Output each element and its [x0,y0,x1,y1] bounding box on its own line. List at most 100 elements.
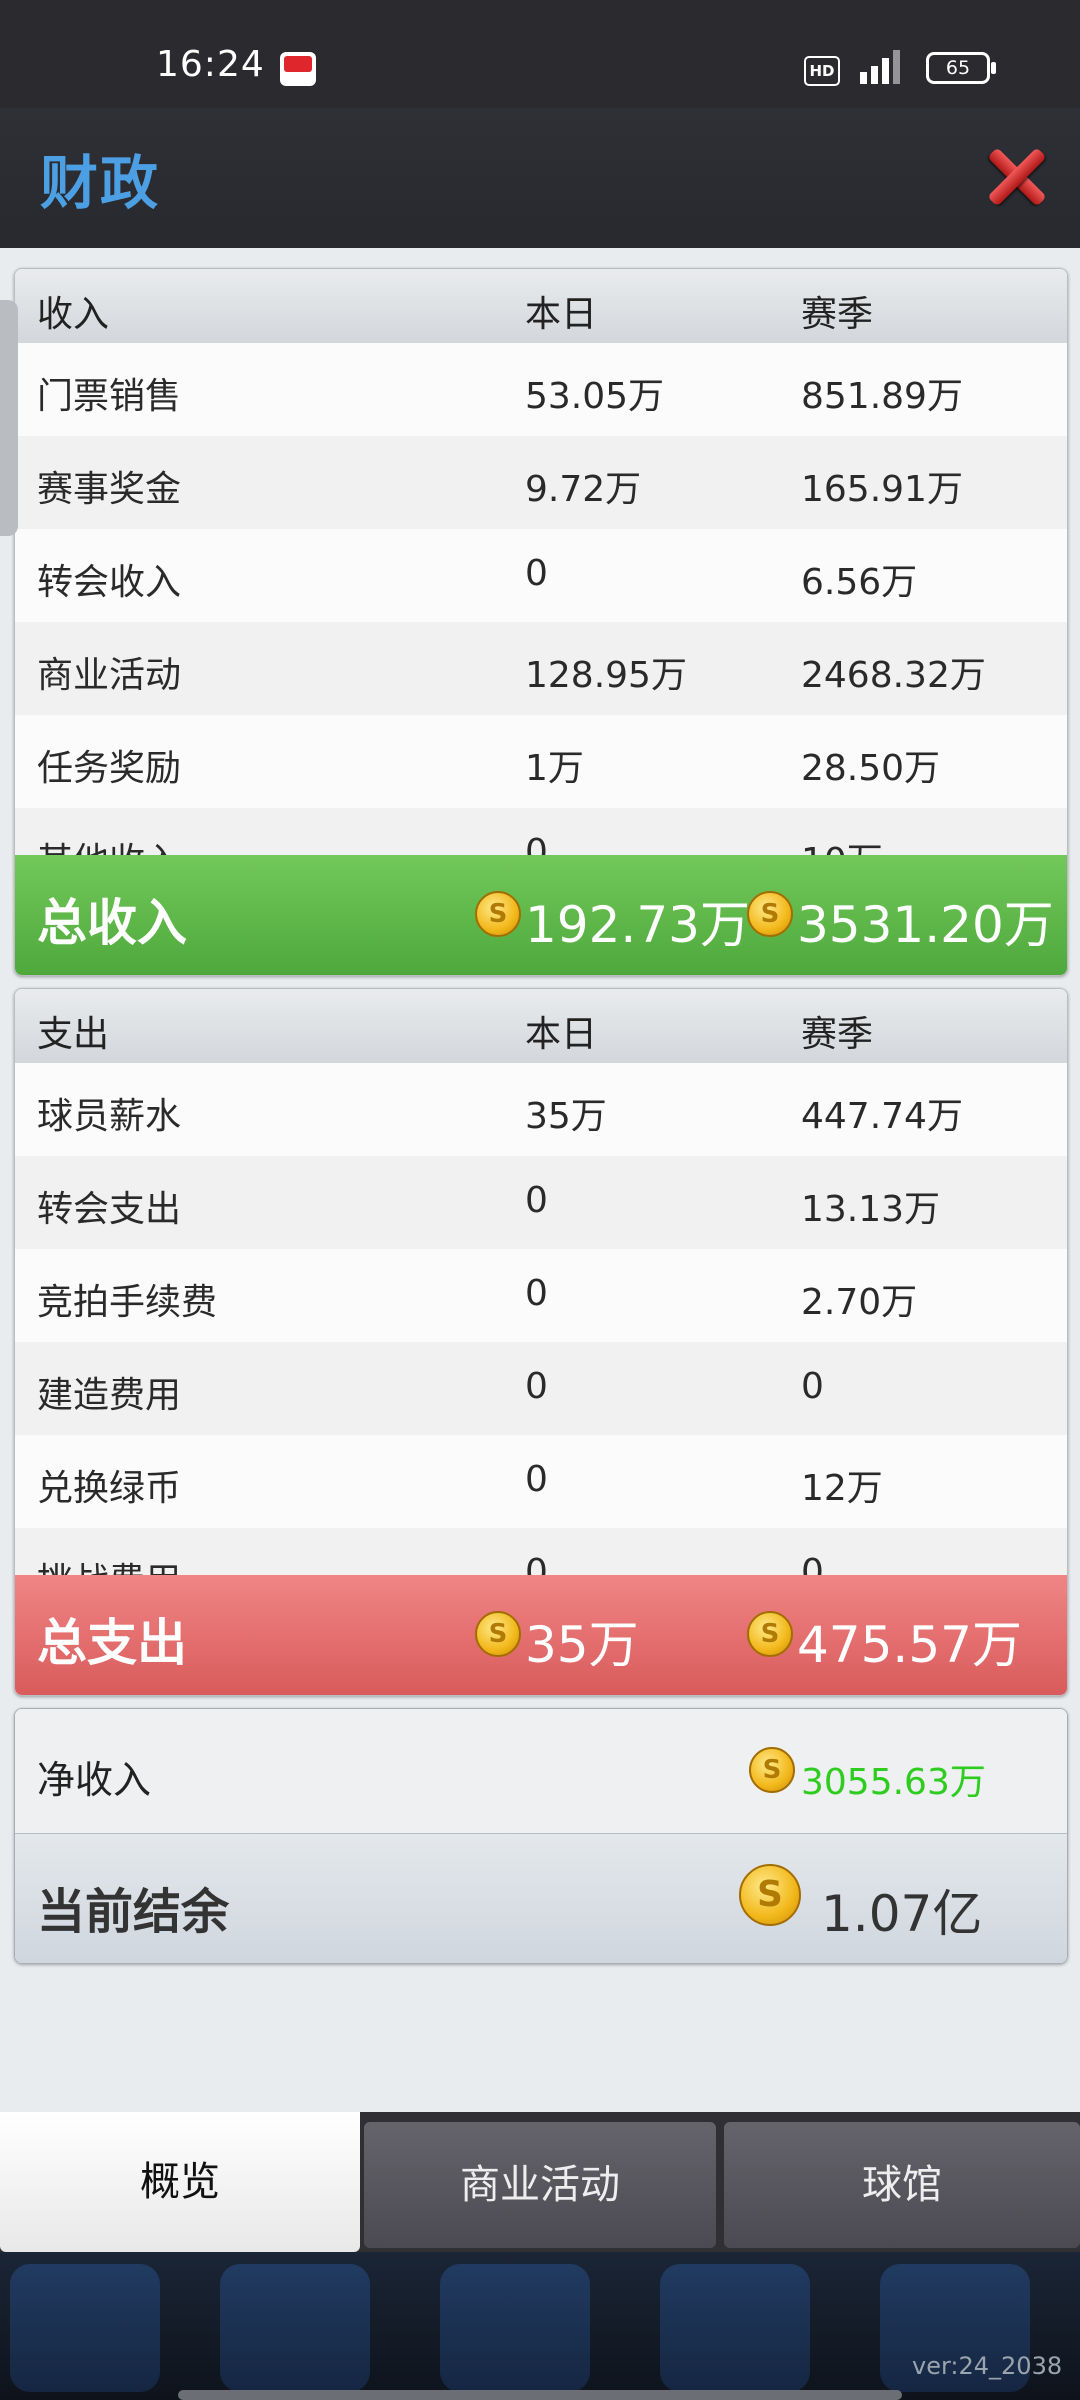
row-season-value: 0 [801,1552,824,1575]
row-season-value: 13.13万 [801,1189,941,1230]
badge-icon [660,2264,810,2392]
balance-label: 当前结余 [37,1884,230,1940]
coin-icon [475,891,521,937]
row-day-value: 9.72万 [525,469,642,510]
income-row: 商业活动 128.95万 2468.32万 [15,622,1067,715]
income-section: 收入 本日 赛季 门票销售 53.05万 851.89万 赛事奖金 9.72万 … [14,268,1068,976]
hd-indicator: HD [804,56,840,86]
home-indicator[interactable] [178,2390,902,2400]
signal-icon [860,48,910,84]
close-icon[interactable] [986,146,1048,208]
total-expense-label: 总支出 [37,1614,187,1672]
expense-row: 竞拍手续费 0 2.70万 [15,1249,1067,1342]
coin-icon [739,1864,801,1926]
income-list[interactable]: 门票销售 53.05万 851.89万 赛事奖金 9.72万 165.91万 转… [15,343,1067,855]
coin-icon [749,1747,795,1793]
row-day-value: 0 [525,1366,548,1407]
row-label: 兑换绿币 [37,1468,182,1509]
row-season-value: 2468.32万 [801,655,986,696]
expense-column-day: 本日 [525,1014,598,1055]
finance-icon [220,2264,370,2392]
app-notification-icon [280,52,316,86]
row-day-value: 0 [525,832,548,855]
total-expense-season: 475.57万 [797,1616,1022,1674]
row-day-value: 0 [525,1273,548,1314]
expense-row: 兑换绿币 0 12万 [15,1435,1067,1528]
row-label: 门票销售 [37,376,182,417]
coin-icon [747,891,793,937]
row-season-value: 10万 [801,832,883,855]
row-label: 转会支出 [37,1189,182,1230]
expense-row: 球员薪水 35万 447.74万 [15,1063,1067,1156]
balance-value: 1.07亿 [821,1885,983,1943]
row-day-value: 0 [525,1459,548,1500]
side-drawer-handle[interactable] [0,300,18,536]
expense-column-season: 赛季 [801,1014,874,1055]
expense-list[interactable]: 球员薪水 35万 447.74万 转会支出 0 13.13万 竞拍手续费 0 2… [15,1063,1067,1575]
net-income-value: 3055.63万 [801,1762,986,1803]
row-day-value: 128.95万 [525,655,687,696]
row-label: 其他收入 [37,832,181,855]
row-season-value: 28.50万 [801,748,941,789]
tab-arena[interactable]: 球馆 [724,2122,1080,2248]
income-header: 收入 本日 赛季 [15,269,1067,343]
tab-bar: 概览 商业活动 球馆 [0,2112,1080,2252]
tab-business[interactable]: 商业活动 [364,2122,716,2248]
row-label: 球员薪水 [37,1096,182,1137]
total-income-season: 3531.20万 [797,896,1054,954]
net-income-label: 净收入 [37,1758,152,1802]
expense-row: 挑战费用 0 0 [15,1528,1067,1575]
row-label: 建造费用 [37,1375,182,1416]
income-row: 任务奖励 1万 28.50万 [15,715,1067,808]
shop-icon [440,2264,590,2392]
income-row: 其他收入 0 10万 [15,808,1067,855]
row-label: 挑战费用 [37,1552,181,1575]
row-day-value: 0 [525,1180,548,1221]
row-season-value: 2.70万 [801,1282,918,1323]
row-label: 竞拍手续费 [37,1282,218,1323]
expense-header: 支出 本日 赛季 [15,989,1067,1063]
row-day-value: 0 [525,553,548,594]
summary-card: 净收入 3055.63万 当前结余 1.07亿 [14,1708,1068,1964]
row-season-value: 12万 [801,1468,883,1509]
income-column-season: 赛季 [801,294,874,335]
income-column-category: 收入 [37,294,110,335]
row-label: 商业活动 [37,655,182,696]
expense-row: 建造费用 0 0 [15,1342,1067,1435]
income-row: 门票销售 53.05万 851.89万 [15,343,1067,436]
tab-overview[interactable]: 概览 [0,2112,360,2252]
coin-icon [747,1611,793,1657]
coin-icon [475,1611,521,1657]
status-bar: 16:24 HD 65 [0,0,1080,108]
expense-row: 转会支出 0 13.13万 [15,1156,1067,1249]
page-title: 财政 [40,149,161,217]
expense-section: 支出 本日 赛季 球员薪水 35万 447.74万 转会支出 0 13.13万 … [14,988,1068,1696]
row-day-value: 0 [525,1552,548,1575]
row-day-value: 1万 [525,748,584,789]
row-day-value: 53.05万 [525,376,665,417]
income-column-day: 本日 [525,294,598,335]
row-season-value: 851.89万 [801,376,963,417]
building-icon [10,2264,160,2392]
row-season-value: 447.74万 [801,1096,963,1137]
version-label: ver:24_2038 [912,2352,1063,2380]
income-row: 赛事奖金 9.72万 165.91万 [15,436,1067,529]
total-income-bar: 总收入 192.73万 3531.20万 [15,855,1067,975]
status-time: 16:24 [156,44,265,85]
net-income-row: 净收入 3055.63万 [15,1709,1067,1833]
row-season-value: 0 [801,1366,824,1407]
row-day-value: 35万 [525,1096,607,1137]
total-expense-bar: 总支出 35万 475.57万 [15,1575,1067,1695]
row-season-value: 6.56万 [801,562,918,603]
income-row: 转会收入 0 6.56万 [15,529,1067,622]
total-income-label: 总收入 [37,894,187,952]
balance-row: 当前结余 1.07亿 [15,1833,1067,1963]
dialog-header: 财政 [0,108,1080,248]
row-label: 任务奖励 [37,748,182,789]
total-expense-day: 35万 [525,1616,639,1674]
row-label: 转会收入 [37,562,182,603]
total-income-day: 192.73万 [525,896,750,954]
expense-column-category: 支出 [37,1014,110,1055]
battery-indicator: 65 [926,52,996,84]
finance-panel: 收入 本日 赛季 门票销售 53.05万 851.89万 赛事奖金 9.72万 … [0,248,1080,2114]
